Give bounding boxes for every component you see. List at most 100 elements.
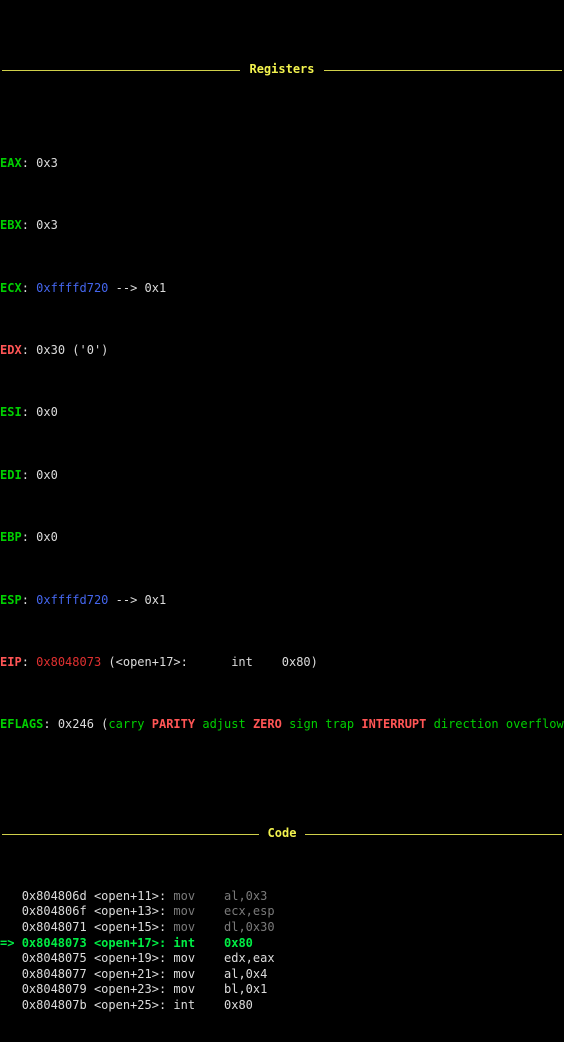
disasm-marker — [0, 904, 22, 918]
disasm-gap — [166, 904, 173, 918]
register-name: EIP — [0, 655, 22, 669]
disasm-operands: al,0x4 — [224, 967, 267, 981]
disasm-gap — [166, 920, 173, 934]
register-value: 0x0 — [36, 468, 58, 482]
disasm-address: 0x8048073 — [22, 936, 94, 950]
register-name: ESP — [0, 593, 22, 607]
register-pointer: 0xffffd720 — [36, 281, 108, 295]
eflags-flag-direction: direction — [434, 717, 499, 731]
register-pointer: 0xffffd720 — [36, 593, 108, 607]
rule-left — [2, 834, 259, 835]
disasm-address: 0x804807b — [22, 998, 94, 1012]
register-row-eip: EIP: 0x8048073 (<open+17>: int 0x80) — [0, 655, 564, 671]
disasm-marker — [0, 982, 22, 996]
flag-space — [282, 717, 289, 731]
disasm-address: 0x8048071 — [22, 920, 94, 934]
disasm-gap — [166, 982, 173, 996]
flag-space — [246, 717, 253, 731]
disasm-gap — [166, 967, 173, 981]
register-value: 0x0 — [36, 530, 58, 544]
disasm-row: 0x804806d <open+11>: mov al,0x3 — [0, 889, 564, 905]
register-row-edx: EDX: 0x30 ('0') — [0, 343, 564, 359]
disasm-gap — [166, 951, 173, 965]
disasm-row: 0x8048077 <open+21>: mov al,0x4 — [0, 967, 564, 983]
disasm-mnemonic: mov — [173, 889, 224, 903]
disasm-mnemonic: mov — [173, 982, 224, 996]
register-separator: : — [22, 218, 36, 232]
register-separator: : — [22, 405, 36, 419]
disasm-row: 0x804807b <open+25>: int 0x80 — [0, 998, 564, 1014]
flag-space — [426, 717, 433, 731]
eflags-flag-overflow: overflow — [506, 717, 564, 731]
disasm-operands: bl,0x1 — [224, 982, 267, 996]
eflags-flag-carry: carry — [108, 717, 144, 731]
register-name: ECX — [0, 281, 22, 295]
disassembly-list: 0x804806d <open+11>: mov al,0x3 0x804806… — [0, 889, 564, 1014]
disasm-address: 0x8048079 — [22, 982, 94, 996]
disasm-gap — [166, 889, 173, 903]
register-value: 0x3 — [36, 218, 58, 232]
eip-address: 0x8048073 — [36, 655, 101, 669]
rule-left — [2, 70, 240, 71]
disasm-mnemonic: int — [173, 936, 224, 950]
flag-space — [354, 717, 361, 731]
disasm-mnemonic: int — [173, 998, 224, 1012]
section-header-registers: Registers — [0, 62, 564, 78]
disasm-symbol: <open+11>: — [94, 889, 166, 903]
disasm-address: 0x804806d — [22, 889, 94, 903]
disasm-operands: 0x80 — [224, 998, 253, 1012]
disasm-marker — [0, 920, 22, 934]
register-row-eflags: EFLAGS: 0x246 (carry PARITY adjust ZERO … — [0, 717, 564, 733]
register-separator: : — [22, 468, 36, 482]
register-value: 0x30 ('0') — [36, 343, 108, 357]
disasm-row: 0x8048071 <open+15>: mov dl,0x30 — [0, 920, 564, 936]
disasm-symbol: <open+15>: — [94, 920, 166, 934]
disasm-marker — [0, 951, 22, 965]
disasm-marker: => — [0, 936, 22, 950]
disasm-symbol: <open+19>: — [94, 951, 166, 965]
eflags-separator: : — [43, 717, 57, 731]
register-name: EDI — [0, 468, 22, 482]
pointer-arrow: --> — [108, 281, 144, 295]
eflags-flag-parity: PARITY — [152, 717, 195, 731]
disasm-operands: edx,eax — [224, 951, 275, 965]
register-name: EBP — [0, 530, 22, 544]
disasm-gap — [166, 936, 173, 950]
eflags-label: EFLAGS — [0, 717, 43, 731]
register-value: 0x1 — [145, 281, 167, 295]
register-row-ebp: EBP: 0x0 — [0, 530, 564, 546]
register-value: 0x0 — [36, 405, 58, 419]
eflags-flag-zero: ZERO — [253, 717, 282, 731]
disasm-marker — [0, 889, 22, 903]
register-row-eax: EAX: 0x3 — [0, 156, 564, 172]
disasm-symbol: <open+21>: — [94, 967, 166, 981]
register-row-esi: ESI: 0x0 — [0, 405, 564, 421]
disasm-symbol: <open+23>: — [94, 982, 166, 996]
disasm-row: 0x8048079 <open+23>: mov bl,0x1 — [0, 982, 564, 998]
disasm-gap — [166, 998, 173, 1012]
register-name: ESI — [0, 405, 22, 419]
flag-space — [499, 717, 506, 731]
eip-detail: (<open+17>: int 0x80) — [101, 655, 318, 669]
register-value: 0x1 — [145, 593, 167, 607]
eflags-flag-interrupt: INTERRUPT — [361, 717, 426, 731]
section-title-code: Code — [263, 826, 302, 842]
disasm-marker — [0, 998, 22, 1012]
rule-right — [305, 834, 562, 835]
disasm-mnemonic: mov — [173, 920, 224, 934]
disasm-operands: 0x80 — [224, 936, 253, 950]
disasm-symbol: <open+25>: — [94, 998, 166, 1012]
register-row-ecx: ECX: 0xffffd720 --> 0x1 — [0, 281, 564, 297]
disasm-mnemonic: mov — [173, 904, 224, 918]
register-separator: : — [22, 530, 36, 544]
eflags-open: ( — [94, 717, 108, 731]
eflags-flag-list: carry PARITY adjust ZERO sign trap INTER… — [108, 717, 563, 731]
disasm-row: 0x804806f <open+13>: mov ecx,esp — [0, 904, 564, 920]
section-title-registers: Registers — [244, 62, 319, 78]
register-separator: : — [22, 281, 36, 295]
register-name: EDX — [0, 343, 22, 357]
disasm-mnemonic: mov — [173, 967, 224, 981]
disasm-address: 0x804806f — [22, 904, 94, 918]
register-separator: : — [22, 655, 36, 669]
disasm-address: 0x8048077 — [22, 967, 94, 981]
